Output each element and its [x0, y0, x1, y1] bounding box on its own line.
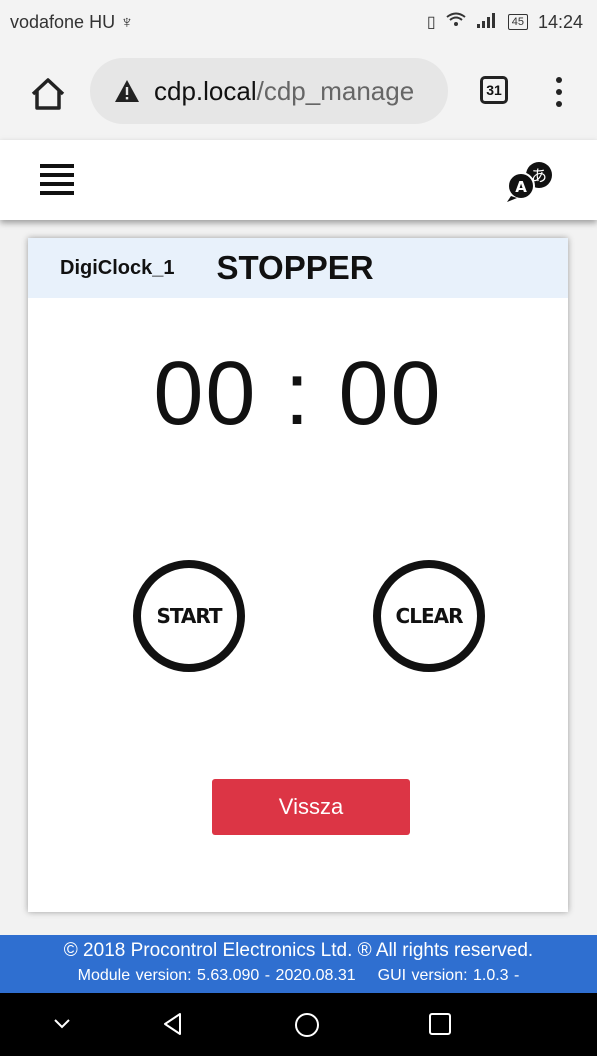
url-path: /cdp_manage: [256, 75, 415, 106]
status-bar: vodafone HU ♆ ▯ 45 14:24: [0, 0, 597, 44]
gui-version: GUI version: 1.0.3 -: [377, 967, 520, 984]
hamburger-icon[interactable]: [40, 164, 74, 195]
version-info: Module version: 5.63.090 - 2020.08.31 GUI…: [0, 967, 597, 985]
start-button[interactable]: START: [133, 560, 245, 672]
card-header: DigiClock_1 STOPPER: [28, 238, 568, 298]
browser-toolbar: cdp.local/cdp_manage 31: [0, 44, 597, 140]
carrier-label: vodafone HU: [10, 11, 116, 32]
app-header: あ A: [0, 140, 597, 220]
translate-icon[interactable]: あ A: [503, 158, 557, 204]
clear-button[interactable]: CLEAR: [373, 560, 485, 672]
back-nav-icon[interactable]: [160, 1011, 186, 1037]
vibrate-icon: ▯: [426, 14, 436, 31]
status-right: ▯ 45 14:24: [427, 12, 583, 33]
system-nav-bar: [0, 993, 597, 1056]
warning-icon: [115, 80, 139, 102]
footer: © 2018 Procontrol Electronics Ltd. ® All…: [0, 935, 597, 993]
status-left: vodafone HU ♆: [10, 12, 134, 33]
clock: 14:24: [537, 11, 583, 32]
timer-display: 00 : 00: [153, 344, 443, 444]
stopper-card: DigiClock_1 STOPPER 00 : 00 START CLEAR …: [28, 238, 568, 912]
battery-icon: 45: [507, 14, 528, 30]
home-nav-icon[interactable]: [293, 1011, 321, 1039]
page-title: STOPPER: [216, 249, 374, 286]
wifi-icon: [446, 12, 466, 33]
url-host: cdp.local: [154, 75, 257, 106]
svg-text:A: A: [515, 178, 527, 196]
collapse-icon[interactable]: [50, 1011, 74, 1035]
home-icon[interactable]: [28, 74, 68, 114]
recents-nav-icon[interactable]: [427, 1011, 453, 1037]
module-version: Module version: 5.63.090 - 2020.08.31: [77, 967, 356, 984]
usb-icon: ♆: [120, 11, 134, 32]
address-bar[interactable]: cdp.local/cdp_manage: [90, 58, 448, 124]
back-button[interactable]: Vissza: [212, 779, 410, 835]
browser-menu-icon[interactable]: [553, 74, 565, 110]
device-name: DigiClock_1: [60, 256, 175, 279]
copyright-text: © 2018 Procontrol Electronics Ltd. ® All…: [63, 940, 534, 961]
tab-switcher-button[interactable]: 31: [480, 76, 508, 104]
signal-icon: [476, 12, 498, 33]
